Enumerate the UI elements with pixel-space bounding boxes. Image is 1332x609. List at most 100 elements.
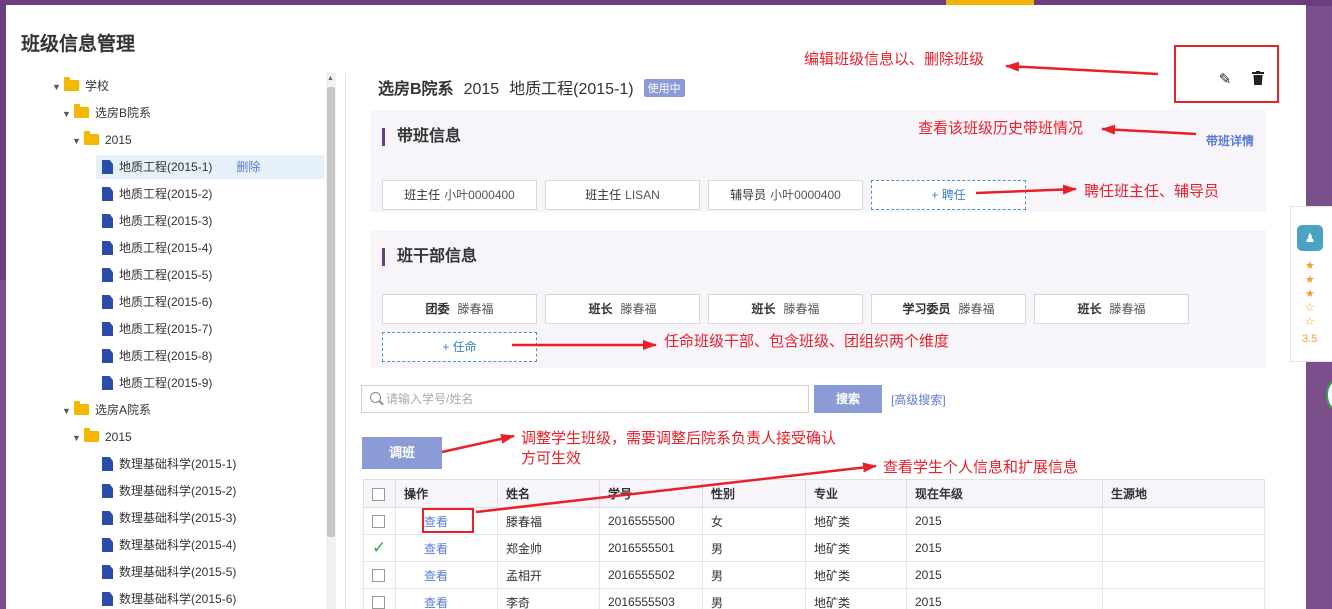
expand-arrow-icon[interactable]: ▼ <box>72 129 84 153</box>
row-checkbox[interactable] <box>372 515 385 529</box>
tree-scrollbar[interactable]: ▲ <box>326 73 336 609</box>
tree-node-label: 地质工程(2015-5) <box>119 268 213 282</box>
table-header-row: 操作 姓名 学号 性别 专业 现在年级 生源地 <box>363 479 1265 508</box>
search-box <box>361 385 809 413</box>
tree-folder-node[interactable]: ▼ 2015 <box>72 128 132 152</box>
cadre-card[interactable]: 学习委员 滕春福 <box>871 294 1026 324</box>
tree-node-label: 地质工程(2015-6) <box>119 295 213 309</box>
cadre-name: 滕春福 <box>958 302 995 316</box>
tree-node-label: 数理基础科学(2015-5) <box>119 565 237 579</box>
expand-arrow-icon[interactable]: ▼ <box>62 399 74 423</box>
folder-icon <box>84 131 99 145</box>
cadre-name: 滕春福 <box>620 302 657 316</box>
tree-folder-node[interactable]: ▼ 2015 <box>72 425 132 449</box>
table-row: 查看 李奇 2016555503 男地矿类 2015 <box>363 588 1265 609</box>
tree-class-node[interactable]: 数理基础科学(2015-6) <box>102 587 236 609</box>
annotation-text: 聘任班主任、辅导员 <box>1084 183 1220 200</box>
document-icon <box>102 214 113 228</box>
annotation-highlight-box <box>1174 45 1279 103</box>
teacher-card[interactable]: 辅导员 小叶0000400 <box>708 180 863 210</box>
advanced-search-link[interactable]: [高级搜索] <box>891 391 946 408</box>
tree-folder-node[interactable]: ▼ 选房A院系 <box>62 398 151 422</box>
tree-class-node[interactable]: 地质工程(2015-6) <box>102 290 212 314</box>
status-badge: 使用中 <box>643 79 685 97</box>
table-cell: 2016555502 <box>599 561 703 589</box>
row-select-cell <box>363 588 396 609</box>
expand-arrow-icon[interactable]: ▼ <box>72 426 84 450</box>
appoint-button[interactable]: + 任命 <box>382 332 537 362</box>
cadre-role: 团委 <box>425 302 450 316</box>
row-checkbox[interactable] <box>372 596 385 609</box>
tree-class-node[interactable]: 数理基础科学(2015-4) <box>102 533 236 557</box>
rating-widget[interactable]: ♟ ★ ★ ★ ☆ ☆ 3.5 <box>1290 206 1332 362</box>
app-icon[interactable]: ♟ <box>1297 225 1323 251</box>
table-cell <box>1102 507 1265 535</box>
teacher-detail-link[interactable]: 带班详情 <box>1206 132 1254 149</box>
edge-circle-icon[interactable] <box>1326 380 1332 410</box>
cadre-role: 学习委员 <box>902 302 951 316</box>
hire-button[interactable]: + 聘任 <box>871 180 1026 210</box>
tree-class-node[interactable]: 地质工程(2015-8) <box>102 344 212 368</box>
view-student-link[interactable]: 查看 <box>424 542 448 556</box>
select-all-checkbox[interactable] <box>372 487 385 501</box>
teacher-card[interactable]: 班主任 LISAN <box>545 180 700 210</box>
cadre-card[interactable]: 班长 滕春福 <box>708 294 863 324</box>
scroll-up-icon[interactable]: ▲ <box>327 75 334 82</box>
search-input[interactable] <box>386 386 806 412</box>
adjust-class-button[interactable]: 调班 <box>362 437 442 469</box>
tree-node-label: 地质工程(2015-3) <box>119 214 213 228</box>
expand-arrow-icon[interactable]: ▼ <box>62 102 74 126</box>
checked-checkbox-icon[interactable]: ✓ <box>372 538 386 557</box>
tree-class-node[interactable]: 地质工程(2015-9) <box>102 371 212 395</box>
document-icon <box>102 376 113 390</box>
search-button[interactable]: 搜索 <box>814 385 882 413</box>
tree-class-node[interactable]: 数理基础科学(2015-3) <box>102 506 236 530</box>
department-name: 选房B院系 <box>378 81 454 98</box>
table-cell: 孟相开 <box>497 561 600 589</box>
row-checkbox[interactable] <box>372 569 385 583</box>
document-icon <box>102 187 113 201</box>
cadre-card[interactable]: 班长 滕春福 <box>1034 294 1189 324</box>
view-student-link[interactable]: 查看 <box>424 596 448 609</box>
annotation-text: 任命班级干部、包含班级、团组织两个维度 <box>664 333 950 350</box>
tree-class-node[interactable]: 地质工程(2015-4) <box>102 236 212 260</box>
class-name: 地质工程(2015-1) <box>509 81 634 98</box>
search-icon <box>370 392 381 403</box>
tree-node-label: 地质工程(2015-7) <box>119 322 213 336</box>
table-cell: 2016555500 <box>599 507 703 535</box>
table-cell: 男 <box>702 534 806 562</box>
tree-folder-node[interactable]: ▼ 学校 <box>52 74 109 98</box>
tree-class-node[interactable]: 地质工程(2015-7) <box>102 317 212 341</box>
column-header: 专业 <box>805 479 907 508</box>
table-row: 查看 滕春福 2016555500 女地矿类 2015 <box>363 507 1265 535</box>
document-icon <box>102 592 113 606</box>
cadre-card[interactable]: 班长 滕春福 <box>545 294 700 324</box>
teacher-card[interactable]: 班主任 小叶0000400 <box>382 180 537 210</box>
page-title: 班级信息管理 <box>21 34 136 55</box>
tree-class-node[interactable]: 数理基础科学(2015-1) <box>102 452 236 476</box>
tree-class-node[interactable]: 数理基础科学(2015-2) <box>102 479 236 503</box>
row-select-cell <box>363 561 396 589</box>
view-student-link[interactable]: 查看 <box>424 569 448 583</box>
tree-node-label: 学校 <box>85 79 110 93</box>
folder-icon <box>64 77 79 91</box>
tree-class-node[interactable]: 地质工程(2015-3) <box>102 209 212 233</box>
tree-node-label: 地质工程(2015-9) <box>119 376 213 390</box>
document-icon <box>102 160 113 174</box>
tree-folder-node[interactable]: ▼ 选房B院系 <box>62 101 151 125</box>
annotation-highlight-box <box>422 508 474 533</box>
tree-class-node[interactable]: 地质工程(2015-5) <box>102 263 212 287</box>
table-cell <box>1102 561 1265 589</box>
cadre-card[interactable]: 团委 滕春福 <box>382 294 537 324</box>
table-cell: 查看 <box>395 588 498 609</box>
tree-class-node[interactable]: 地质工程(2015-1) 删除 <box>96 155 324 179</box>
expand-arrow-icon[interactable]: ▼ <box>52 75 64 99</box>
delete-class-link[interactable]: 删除 <box>236 160 260 174</box>
tree-class-node[interactable]: 数理基础科学(2015-5) <box>102 560 236 584</box>
annotation-text: 调整学生班级，需要调整后院系负责人接受确认 方可生效 <box>521 429 836 469</box>
student-table: 操作 姓名 学号 性别 专业 现在年级 生源地 查看 滕春福 2016555500 女… <box>363 479 1265 609</box>
scroll-thumb[interactable] <box>327 87 335 537</box>
tree-node-label: 地质工程(2015-4) <box>119 241 213 255</box>
tree-class-node[interactable]: 地质工程(2015-2) <box>102 182 212 206</box>
annotation-text: 查看学生个人信息和扩展信息 <box>883 459 1079 476</box>
